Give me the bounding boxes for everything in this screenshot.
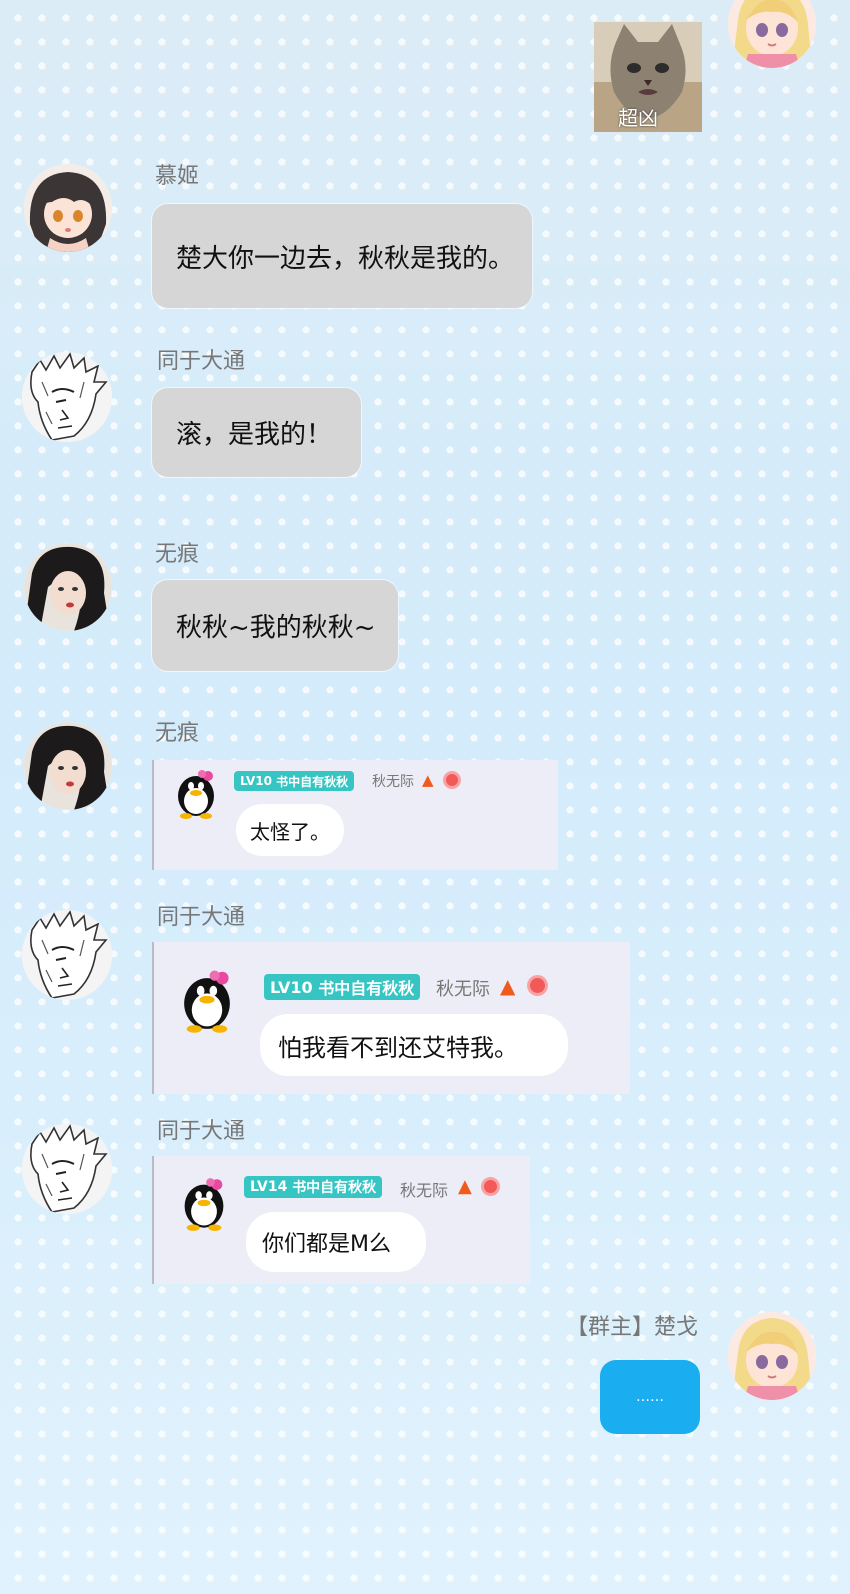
avatar-wuhen[interactable] bbox=[24, 722, 112, 810]
quoted-screenshot[interactable]: LV10 书中自有秋秋 秋无际 ▲ 怕我看不到还艾特我。 bbox=[152, 942, 630, 1094]
avatar-tongyu[interactable] bbox=[22, 910, 112, 1000]
avatar-tongyu[interactable] bbox=[22, 1124, 112, 1214]
level-text: LV14 bbox=[250, 1179, 288, 1195]
avatar-self[interactable] bbox=[728, 1312, 816, 1400]
sender-name: 同于大通 bbox=[157, 905, 246, 930]
group-title: 书中自有秋秋 bbox=[292, 1180, 377, 1196]
sender-name: 无痕 bbox=[155, 721, 200, 746]
quoted-sender-name: 秋无际 bbox=[372, 774, 414, 790]
smile-badge-icon bbox=[446, 774, 458, 786]
avatar-muji[interactable] bbox=[24, 164, 112, 252]
fire-icon: ▲ bbox=[422, 771, 434, 789]
penguin-avatar-icon bbox=[184, 970, 230, 1033]
avatar-self-top[interactable] bbox=[728, 0, 816, 68]
fire-icon: ▲ bbox=[500, 974, 516, 998]
fire-icon: ▲ bbox=[458, 1176, 472, 1197]
message-bubble[interactable]: 秋秋~我的秋秋~ bbox=[152, 580, 398, 671]
smile-badge-icon bbox=[530, 978, 545, 993]
avatar-tongyu[interactable] bbox=[22, 352, 112, 442]
self-message-bubble[interactable]: …… bbox=[600, 1360, 700, 1434]
level-badge: LV14 书中自有秋秋 bbox=[244, 1176, 383, 1198]
sender-name: 同于大通 bbox=[157, 1119, 246, 1144]
self-sender-name: 【群主】楚戈 bbox=[566, 1315, 699, 1340]
level-text: LV10 bbox=[270, 977, 313, 997]
quoted-message-bubble: 太怪了。 bbox=[236, 804, 344, 856]
sender-name: 慕姬 bbox=[155, 164, 200, 189]
level-badge: LV10 书中自有秋秋 bbox=[234, 771, 355, 791]
quoted-sender-name: 秋无际 bbox=[400, 1181, 449, 1200]
quoted-message-bubble: 你们都是M么 bbox=[246, 1212, 426, 1272]
cat-sticker-caption: 超凶 bbox=[618, 106, 658, 130]
sender-name: 同于大通 bbox=[157, 349, 246, 374]
group-title: 书中自有秋秋 bbox=[276, 774, 349, 789]
penguin-avatar-icon bbox=[178, 770, 214, 819]
avatar-wuhen[interactable] bbox=[24, 543, 112, 631]
level-badge: LV10 书中自有秋秋 bbox=[264, 974, 421, 1000]
message-bubble[interactable]: 楚大你一边去，秋秋是我的。 bbox=[152, 204, 532, 308]
level-text: LV10 bbox=[240, 774, 272, 788]
message-bubble[interactable]: 滚，是我的！ bbox=[152, 388, 361, 477]
smile-badge-icon bbox=[484, 1180, 497, 1193]
sender-name: 无痕 bbox=[155, 542, 200, 567]
quoted-sender-name: 秋无际 bbox=[436, 979, 490, 1000]
quoted-screenshot[interactable]: LV14 书中自有秋秋 秋无际 ▲ 你们都是M么 bbox=[152, 1156, 530, 1284]
penguin-avatar-icon bbox=[184, 1178, 224, 1231]
group-title: 书中自有秋秋 bbox=[318, 979, 415, 998]
quoted-message-bubble: 怕我看不到还艾特我。 bbox=[260, 1014, 568, 1076]
cat-sticker-image[interactable]: 超凶 bbox=[594, 22, 702, 132]
quoted-screenshot[interactable]: LV10 书中自有秋秋 秋无际 ▲ 太怪了。 bbox=[152, 760, 558, 870]
